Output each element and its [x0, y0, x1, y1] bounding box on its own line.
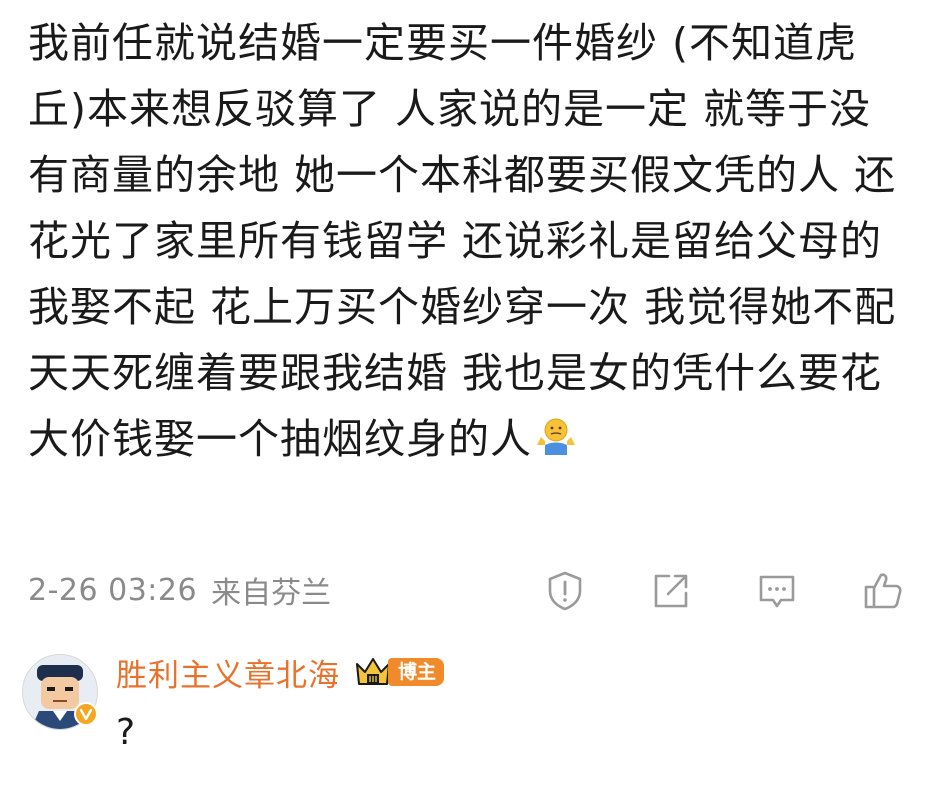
post-timestamp: 2-26 03:26: [28, 572, 198, 608]
reply-text: ?: [116, 712, 136, 753]
forward-icon: [654, 574, 688, 608]
post-location: 来自芬兰: [211, 576, 332, 611]
verified-badge-icon: [74, 702, 98, 726]
report-icon: [548, 571, 582, 611]
post-actions: [484, 566, 908, 616]
reply-header: 胜利主义章北海 博主: [116, 650, 445, 695]
post-content: 我前任就说结婚一定要买一件婚纱 (不知道虎丘)本来想反驳算了 人家说的是一定 就…: [28, 0, 908, 472]
crown-icon: [356, 658, 390, 685]
report-button[interactable]: [540, 566, 590, 616]
author-badge: 博主: [388, 658, 445, 686]
comment-button[interactable]: [752, 566, 802, 616]
post-meta-row: 2-26 03:26 来自芬兰: [28, 560, 908, 620]
post-text-block: 我前任就说结婚一定要买一件婚纱 (不知道虎丘)本来想反驳算了 人家说的是一定 就…: [28, 0, 908, 472]
post-text: 我前任就说结婚一定要买一件婚纱 (不知道虎丘)本来想反驳算了 人家说的是一定 就…: [28, 19, 897, 463]
forward-button[interactable]: [646, 566, 696, 616]
like-button[interactable]: [858, 566, 908, 616]
like-icon: [864, 573, 902, 609]
shrug-emoji-icon: [534, 412, 578, 456]
reply-item: 胜利主义章北海 博主 ?: [22, 650, 902, 780]
reply-username[interactable]: 胜利主义章北海: [116, 650, 340, 695]
comment-icon: [759, 575, 795, 608]
